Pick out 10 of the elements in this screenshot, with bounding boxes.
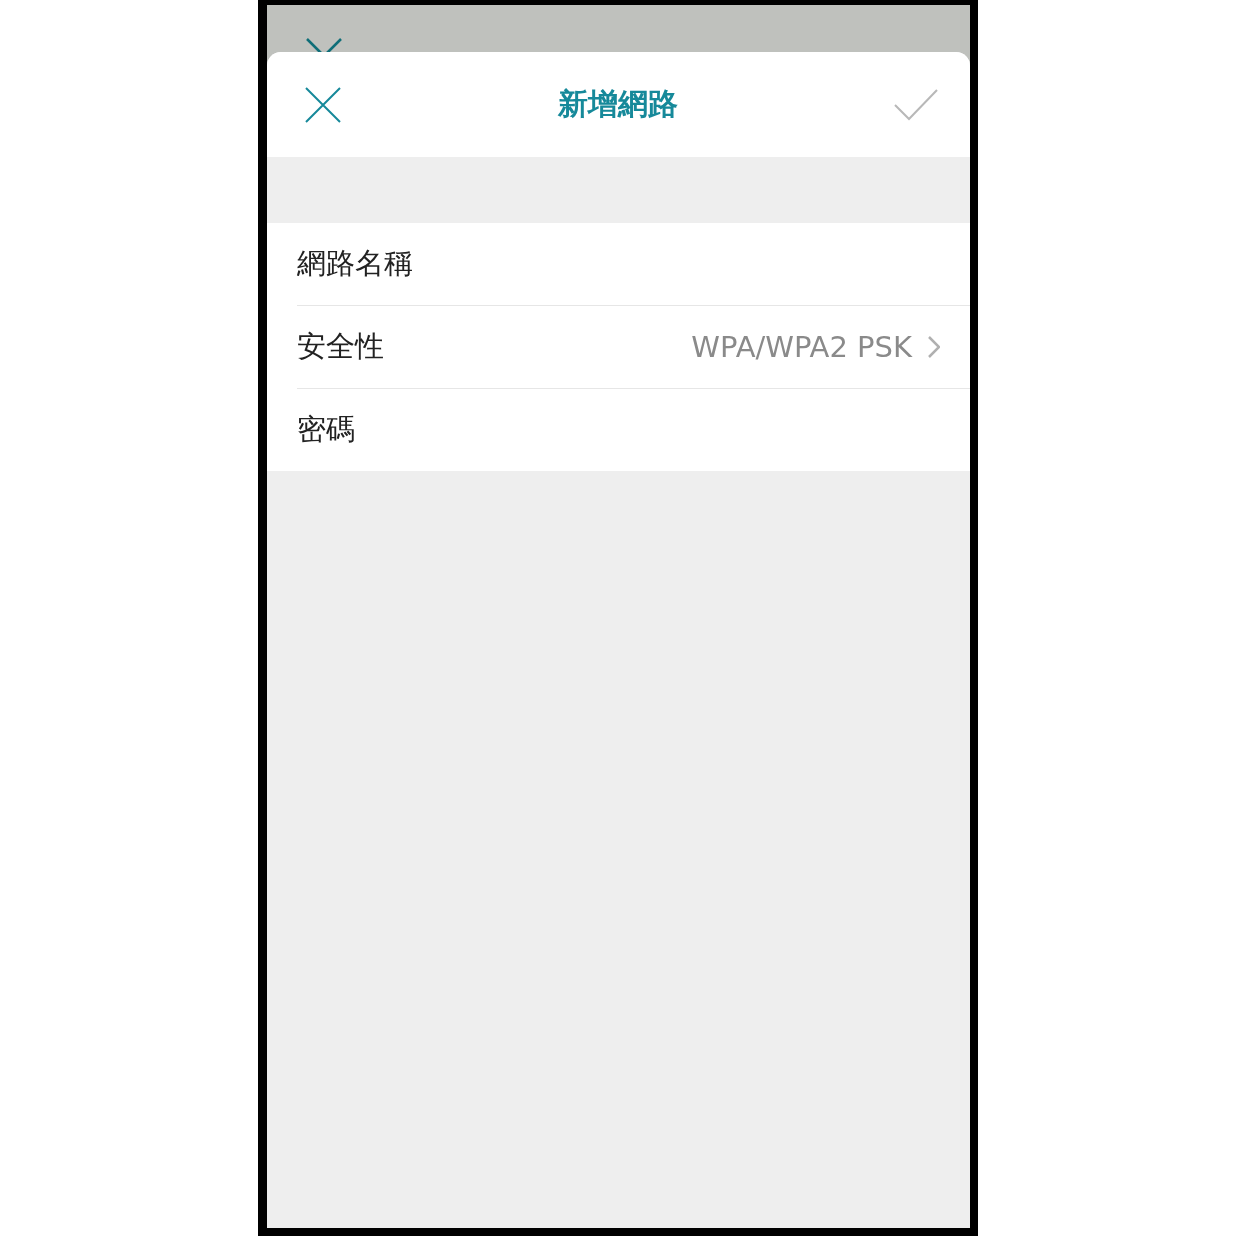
form-row[interactable]: 密碼: [297, 389, 970, 471]
field-value: WPA/WPA2 PSK: [691, 330, 912, 364]
field-label: 密碼: [297, 411, 355, 448]
form-row[interactable]: 網路名稱: [297, 223, 970, 306]
field-label: 網路名稱: [297, 245, 413, 282]
form-row[interactable]: 安全性 WPA/WPA2 PSK: [297, 306, 970, 389]
field-label: 安全性: [297, 328, 384, 365]
sheet-title: 新增網路: [557, 85, 678, 123]
chevron-icon: [928, 336, 940, 358]
close-button[interactable]: [305, 86, 341, 123]
